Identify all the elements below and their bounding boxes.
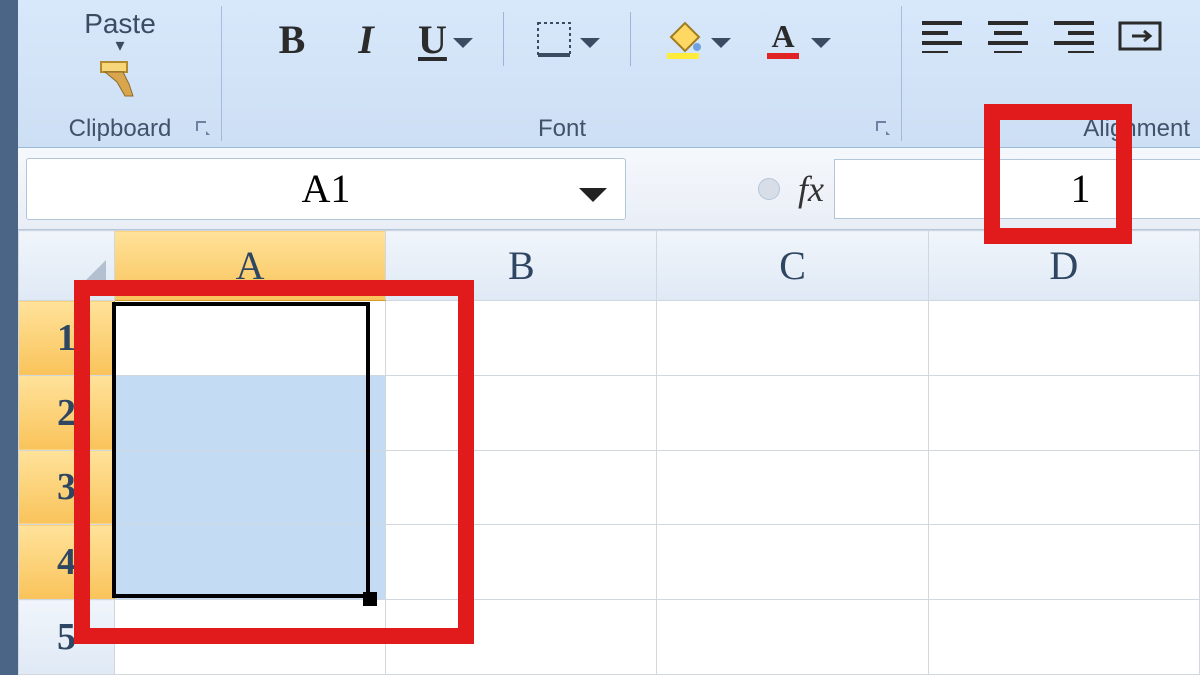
cell-A2[interactable] [114,375,385,450]
cell-B3[interactable] [386,450,657,525]
row-header-5[interactable]: 5 [19,600,115,675]
cell-B5[interactable] [386,600,657,675]
format-painter-button[interactable] [97,58,143,98]
cell-A4[interactable] [114,525,385,600]
ribbon: Paste ▾ Clipboard B I U [18,0,1200,148]
group-label-alignment: Alignment [902,115,1200,143]
cell-D4[interactable] [928,525,1199,600]
italic-label: I [358,16,374,63]
chevron-down-icon[interactable] [580,38,600,48]
cell-D2[interactable] [928,375,1199,450]
column-header-D[interactable]: D [928,231,1199,301]
cell-A5[interactable] [114,600,385,675]
cell-C5[interactable] [657,600,928,675]
cell-A3[interactable] [114,450,385,525]
chevron-down-icon: ▾ [115,40,124,50]
column-header-C[interactable]: C [657,231,928,301]
paintbrush-icon [97,58,143,98]
cell-B2[interactable] [386,375,657,450]
row-header-2[interactable]: 2 [19,375,115,450]
cell-D5[interactable] [928,600,1199,675]
borders-button[interactable] [534,17,600,61]
svg-text:A: A [771,18,794,54]
group-label-clipboard: Clipboard [18,115,222,143]
formula-bar: A1 fx [18,148,1200,230]
font-color-button[interactable]: A [761,17,831,61]
ribbon-group-alignment: Alignment [902,0,1200,147]
borders-icon [534,19,574,59]
row-header-3[interactable]: 3 [19,450,115,525]
cell-B1[interactable] [386,301,657,376]
chevron-down-icon[interactable] [711,38,731,48]
align-right-icon [1052,19,1096,53]
fill-color-button[interactable] [661,17,731,61]
cell-D3[interactable] [928,450,1199,525]
fx-label: fx [798,169,824,209]
row-header-1[interactable]: 1 [19,301,115,376]
underline-button[interactable]: U [418,17,473,61]
column-header-B[interactable]: B [386,231,657,301]
merge-cells-button[interactable] [1118,14,1162,58]
font-color-icon: A [761,17,805,61]
align-right-button[interactable] [1052,14,1096,58]
italic-button[interactable]: I [344,17,388,61]
cell-C3[interactable] [657,450,928,525]
formula-input[interactable] [834,159,1200,219]
cell-C1[interactable] [657,301,928,376]
name-box[interactable]: A1 [26,158,626,220]
select-all-corner[interactable] [19,231,115,301]
cell-D1[interactable] [928,301,1199,376]
cell-A1[interactable] [114,301,385,376]
align-left-icon [920,19,964,53]
row-header-4[interactable]: 4 [19,525,115,600]
window-left-edge [0,0,18,675]
separator [503,12,504,66]
bold-label: B [279,16,306,63]
align-center-icon [986,19,1030,53]
ribbon-group-font: B I U [222,0,902,147]
paste-button[interactable]: Paste ▾ [32,6,208,98]
chevron-down-icon[interactable] [811,38,831,48]
cell-C2[interactable] [657,375,928,450]
dialog-launcher-icon[interactable] [874,119,892,137]
bold-button[interactable]: B [270,17,314,61]
worksheet-grid[interactable]: A B C D 1 2 3 [18,230,1200,675]
ribbon-group-clipboard: Paste ▾ Clipboard [18,0,222,147]
chevron-down-icon[interactable] [579,165,607,212]
group-label-font: Font [222,115,902,143]
underline-label: U [418,16,447,63]
dialog-launcher-icon[interactable] [194,119,212,137]
align-left-button[interactable] [920,14,964,58]
align-center-button[interactable] [986,14,1030,58]
cell-B4[interactable] [386,525,657,600]
cell-C4[interactable] [657,525,928,600]
paint-bucket-icon [661,17,705,61]
separator [630,12,631,66]
merge-icon [1118,19,1162,53]
column-header-A[interactable]: A [114,231,385,301]
insert-function-button[interactable]: fx [798,168,824,210]
cancel-formula-button[interactable] [758,178,780,200]
fill-handle[interactable] [363,592,377,606]
formula-bar-buttons: fx [634,168,834,210]
name-box-value: A1 [302,165,351,212]
chevron-down-icon[interactable] [453,38,473,48]
